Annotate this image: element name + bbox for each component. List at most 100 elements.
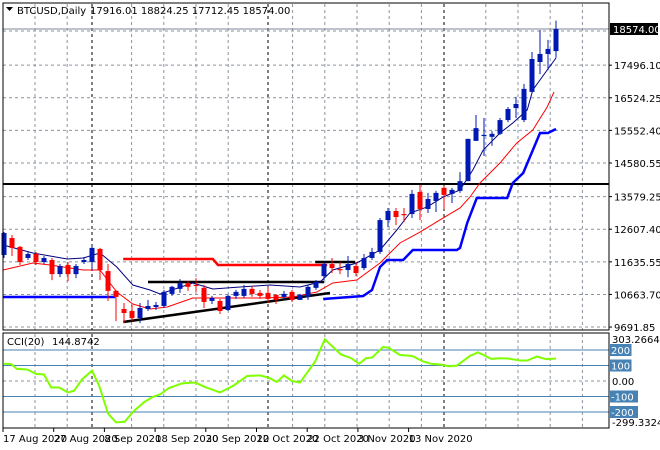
candle-body <box>297 294 303 300</box>
candle-body <box>185 283 191 287</box>
x-tick-label: 13 Nov 2020 <box>409 434 473 445</box>
blue-step-line <box>323 127 557 301</box>
candle-body <box>329 264 335 269</box>
candle-body <box>233 291 239 296</box>
candle-body <box>385 211 391 221</box>
candle-body <box>449 189 455 194</box>
candle-body <box>89 247 95 263</box>
candle-body <box>353 266 359 274</box>
candle-body <box>257 292 263 296</box>
candle-body <box>65 265 71 275</box>
bearish-candle <box>217 298 223 315</box>
bullish-candle <box>73 264 79 279</box>
bullish-candle <box>361 253 367 271</box>
candle-body <box>281 293 287 297</box>
x-tick-label: 8 Sep 2020 <box>104 434 161 445</box>
y-tick-label: 14580.55 <box>614 159 660 170</box>
candle-body <box>377 220 383 252</box>
candle-body <box>393 211 399 218</box>
candle-body <box>401 214 407 216</box>
y-tick-label: 16524.25 <box>614 94 660 105</box>
candle-body <box>153 304 159 307</box>
bearish-candle <box>273 293 279 304</box>
candle-body <box>201 287 207 302</box>
candle-body <box>305 286 311 297</box>
candle-body <box>361 257 367 269</box>
current-price-label: 18574.00 <box>613 25 660 36</box>
bearish-candle <box>121 302 127 324</box>
candle-body <box>193 284 199 287</box>
candle-body <box>145 305 151 309</box>
candle-body <box>313 281 319 288</box>
candle-body <box>489 133 495 137</box>
candle-body <box>209 297 215 301</box>
candle-body <box>129 311 135 319</box>
bearish-candle <box>129 304 135 322</box>
candle-body <box>497 120 503 134</box>
candle-body <box>121 308 127 314</box>
candle-body <box>521 88 527 121</box>
bullish-candle <box>225 294 231 312</box>
bullish-candle <box>489 131 495 146</box>
candle-body <box>1 232 7 255</box>
bullish-candle <box>161 289 167 308</box>
bullish-candle <box>25 251 31 260</box>
candle-body <box>81 260 87 263</box>
candle-body <box>105 271 111 291</box>
cci-min-label: -299.3324 <box>612 418 660 429</box>
collapse-triangle-icon[interactable] <box>6 7 13 11</box>
bearish-candle <box>289 289 295 302</box>
bullish-candle <box>497 118 503 135</box>
candle-body <box>553 28 559 52</box>
bullish-candle <box>305 284 311 300</box>
candle-body <box>529 58 535 92</box>
bearish-candle <box>113 289 119 322</box>
candle-body <box>321 264 327 277</box>
bullish-candle <box>449 187 455 203</box>
bullish-candle <box>465 138 471 182</box>
bullish-candle <box>377 218 383 254</box>
candle-body <box>241 288 247 296</box>
bearish-candle <box>193 278 199 292</box>
candle-body <box>33 253 39 263</box>
bearish-candle <box>393 207 399 226</box>
candle-body <box>177 283 183 289</box>
candle-body <box>481 134 487 137</box>
cci-max-label: 303.2664 <box>612 335 660 346</box>
candle-body <box>217 300 223 312</box>
slow-moving-average <box>3 91 555 310</box>
axes: 17496.10 16524.25 15552.40 14580.55 13579.25… <box>2 22 660 445</box>
candle-body <box>265 292 271 299</box>
bullish-candle <box>41 255 47 265</box>
candle-body <box>537 53 543 63</box>
bullish-candle <box>1 231 7 258</box>
symbol-label: BTCUSD,Daily <box>17 6 86 17</box>
price-chart: 17496.10 16524.25 15552.40 14580.55 13579.25… <box>1 2 660 445</box>
candle-body <box>57 266 63 275</box>
candle-body <box>433 192 439 201</box>
bullish-candle <box>385 207 391 228</box>
cci-title: CCI(20) <box>7 337 45 348</box>
bullish-candle <box>89 245 95 271</box>
grid <box>3 4 609 428</box>
bullish-candle <box>457 172 463 193</box>
candle-body <box>17 246 23 263</box>
candle-body <box>169 286 175 294</box>
y-tick-label: 11635.55 <box>614 258 660 269</box>
bearish-candle <box>49 257 55 281</box>
candles <box>1 20 559 324</box>
candle-body <box>441 187 447 195</box>
ohlc-readout: 17916.01 18824.25 17712.45 18574.00 <box>90 6 290 17</box>
bullish-candle <box>321 262 327 281</box>
candle-body <box>369 251 375 258</box>
candle-body <box>25 253 31 258</box>
bearish-candle <box>201 284 207 308</box>
candle-body <box>545 48 551 54</box>
bearish-candle <box>97 247 103 281</box>
candle-body <box>9 238 15 248</box>
bullish-candle <box>209 295 215 304</box>
cci-level-label: 0.00 <box>612 377 634 388</box>
candle-body <box>345 264 351 271</box>
candle-body <box>473 128 479 141</box>
y-tick-label: 17496.10 <box>614 61 660 72</box>
